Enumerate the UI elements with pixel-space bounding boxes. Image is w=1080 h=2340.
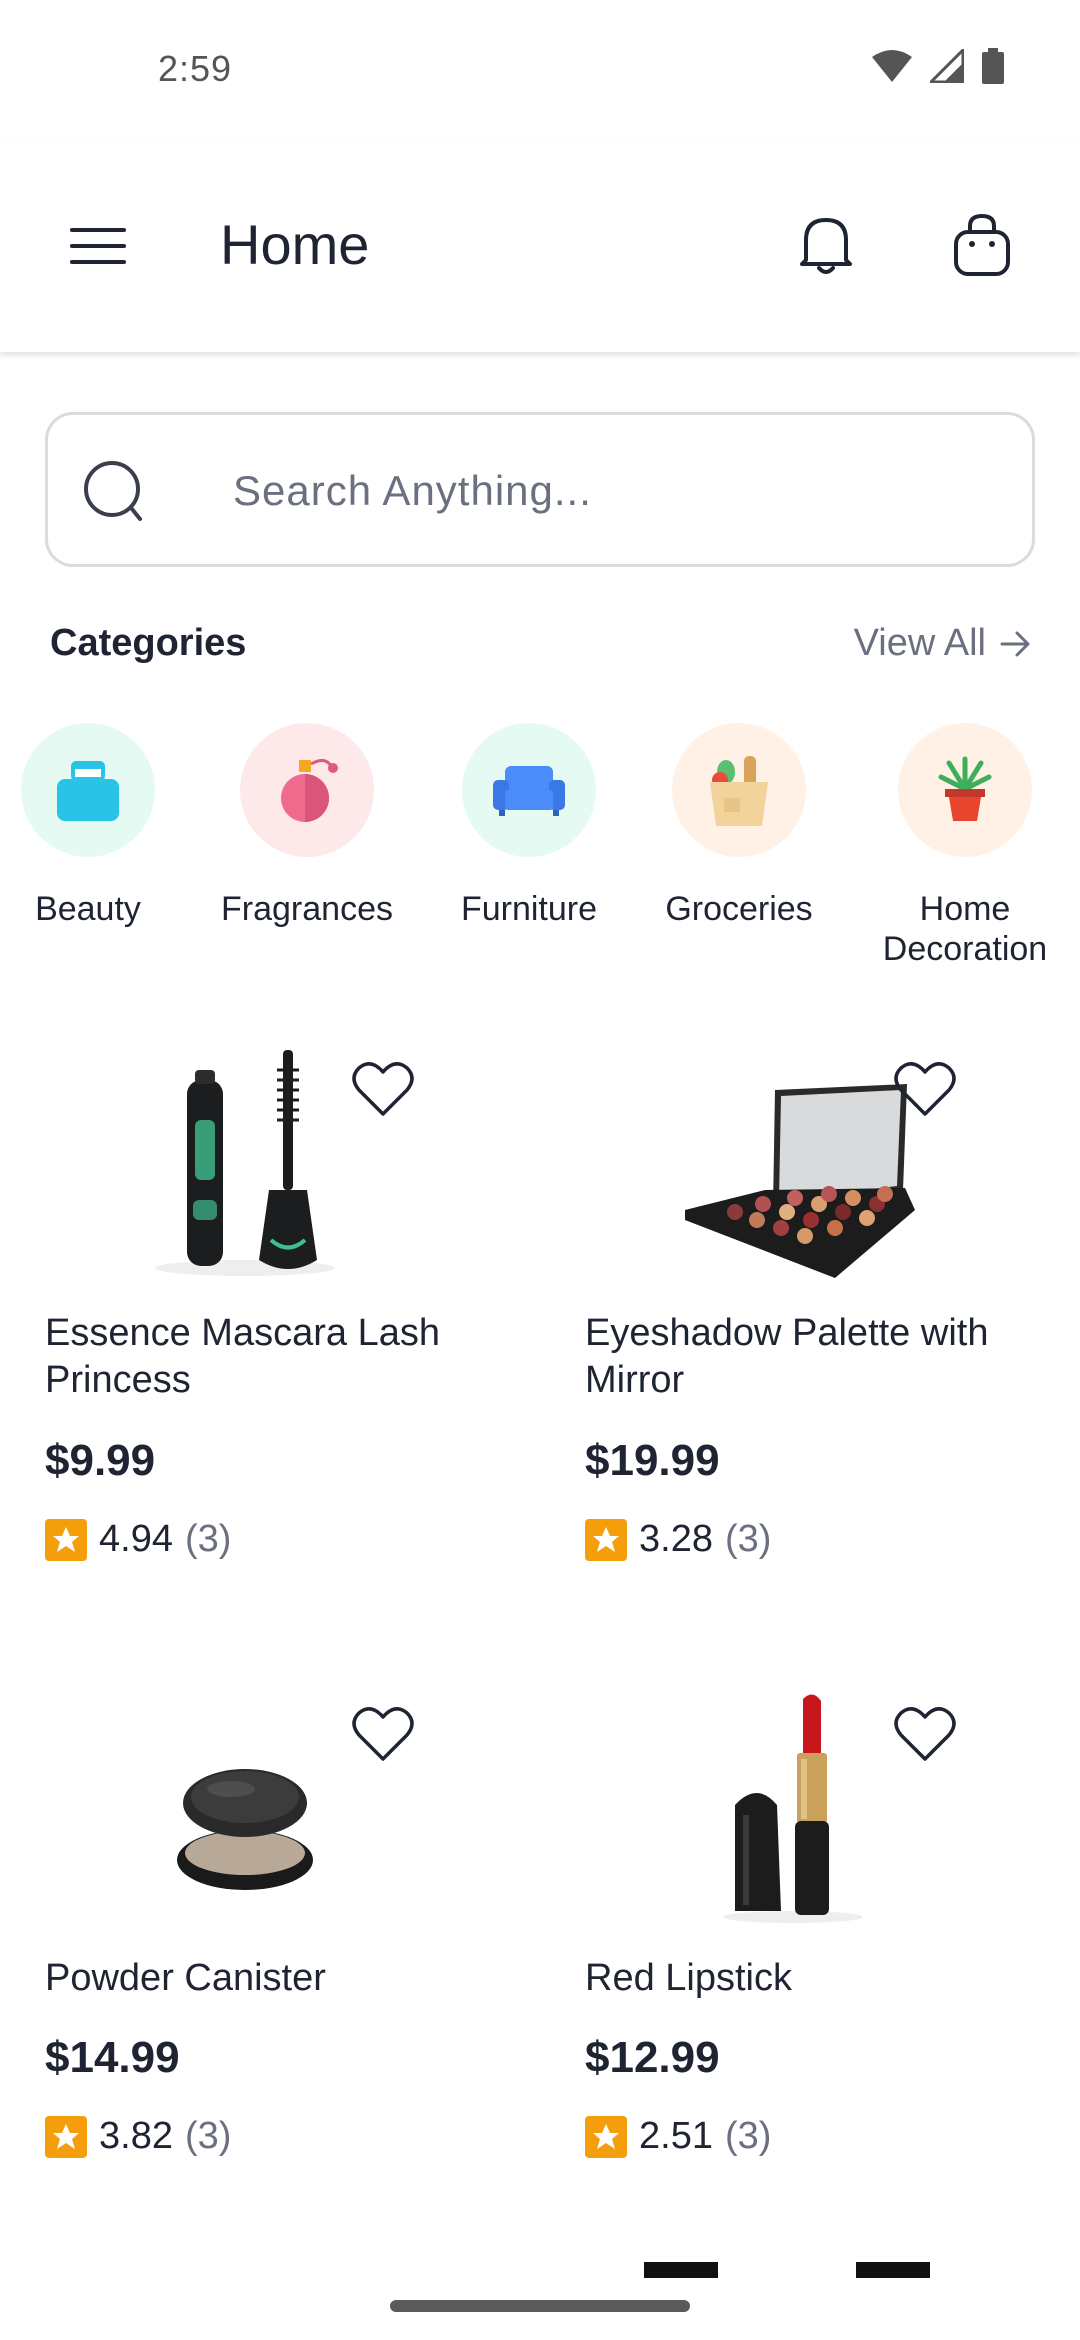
- heart-icon[interactable]: [893, 1060, 957, 1118]
- review-count: (3): [724, 2115, 772, 2157]
- review-count: (3): [184, 1518, 232, 1560]
- product-name: Eyeshadow Palette with Mirror: [585, 1312, 989, 1401]
- bell-icon[interactable]: [798, 212, 854, 276]
- heart-icon[interactable]: [351, 1705, 415, 1763]
- sofa-icon: [462, 723, 596, 857]
- product-card[interactable]: Red Lipstick $12.99 2.51 (3): [585, 1685, 1035, 2185]
- product-price: $9.99: [45, 1436, 156, 1485]
- category-beauty[interactable]: Beauty: [0, 723, 198, 929]
- grocery-bag-icon: [672, 723, 806, 857]
- home-indicator[interactable]: [390, 2300, 690, 2312]
- category-furniture[interactable]: Furniture: [419, 723, 639, 929]
- category-label: Furniture: [460, 890, 598, 928]
- plant-pot-icon: [898, 723, 1032, 857]
- status-icons: [872, 48, 1004, 84]
- cellular-signal-icon: [930, 49, 964, 83]
- menu-icon[interactable]: [70, 226, 126, 266]
- page-title: Home: [220, 213, 370, 276]
- rating-value: 3.28: [639, 1518, 713, 1560]
- product-card[interactable]: Essence Mascara Lash Princess $9.99 4.94…: [45, 1040, 495, 1580]
- category-label: Home Decoration: [882, 890, 1048, 968]
- product-name: Red Lipstick: [585, 1957, 792, 1999]
- eyeshadow-palette-image: [685, 1084, 915, 1278]
- status-bar: 2:59: [0, 0, 1080, 140]
- lipstick-image: [723, 1694, 863, 1923]
- product-price: $12.99: [585, 2033, 720, 2082]
- battery-icon: [982, 48, 1004, 84]
- product-rating: 3.28 (3): [585, 1518, 771, 1561]
- review-count: (3): [184, 2115, 232, 2157]
- search-input[interactable]: [233, 455, 993, 527]
- product-name: Essence Mascara Lash Princess: [45, 1312, 440, 1401]
- star-icon: [585, 2115, 627, 2158]
- product-card[interactable]: Eyeshadow Palette with Mirror $19.99 3.2…: [585, 1040, 1035, 1580]
- category-label: Groceries: [665, 890, 813, 928]
- mascara-image: [155, 1050, 335, 1276]
- status-time: 2:59: [158, 48, 233, 89]
- rating-value: 3.82: [99, 2115, 173, 2157]
- category-fragrances[interactable]: Fragrances: [197, 723, 417, 929]
- perfume-icon: [240, 723, 374, 857]
- view-all-label: View All: [853, 622, 986, 664]
- product-rating: 4.94 (3): [45, 1518, 231, 1561]
- product-price: $14.99: [45, 2033, 180, 2082]
- powder-canister-image: [177, 1769, 313, 1890]
- product-rating: 3.82 (3): [45, 2115, 231, 2158]
- category-label: Fragrances: [221, 890, 393, 928]
- category-home-decoration[interactable]: Home Decoration: [855, 723, 1075, 969]
- review-count: (3): [724, 1518, 772, 1560]
- wifi-icon: [872, 50, 912, 82]
- star-icon: [45, 2115, 87, 2158]
- product-rating: 2.51 (3): [585, 2115, 771, 2158]
- star-icon: [585, 1518, 627, 1561]
- next-product-peek: [856, 2262, 930, 2278]
- app-bar: Home: [0, 140, 1080, 352]
- heart-icon[interactable]: [893, 1705, 957, 1763]
- search-icon: [84, 461, 142, 521]
- heart-icon[interactable]: [351, 1060, 415, 1118]
- product-price: $19.99: [585, 1436, 720, 1485]
- product-card[interactable]: Powder Canister $14.99 3.82 (3): [45, 1685, 495, 2185]
- next-product-peek: [644, 2262, 718, 2278]
- categories-title: Categories: [50, 622, 247, 664]
- arrow-right-icon: [1000, 631, 1030, 656]
- rating-value: 2.51: [639, 2115, 713, 2157]
- category-label: Beauty: [35, 890, 141, 928]
- shopping-bag-icon[interactable]: [952, 212, 1012, 278]
- beauty-icon: [21, 723, 155, 857]
- star-icon: [45, 1518, 87, 1561]
- view-all-link[interactable]: View All: [854, 622, 1030, 665]
- product-name: Powder Canister: [45, 1957, 326, 1999]
- rating-value: 4.94: [99, 1518, 173, 1560]
- search-bar[interactable]: [45, 412, 1035, 567]
- category-groceries[interactable]: Groceries: [629, 723, 849, 929]
